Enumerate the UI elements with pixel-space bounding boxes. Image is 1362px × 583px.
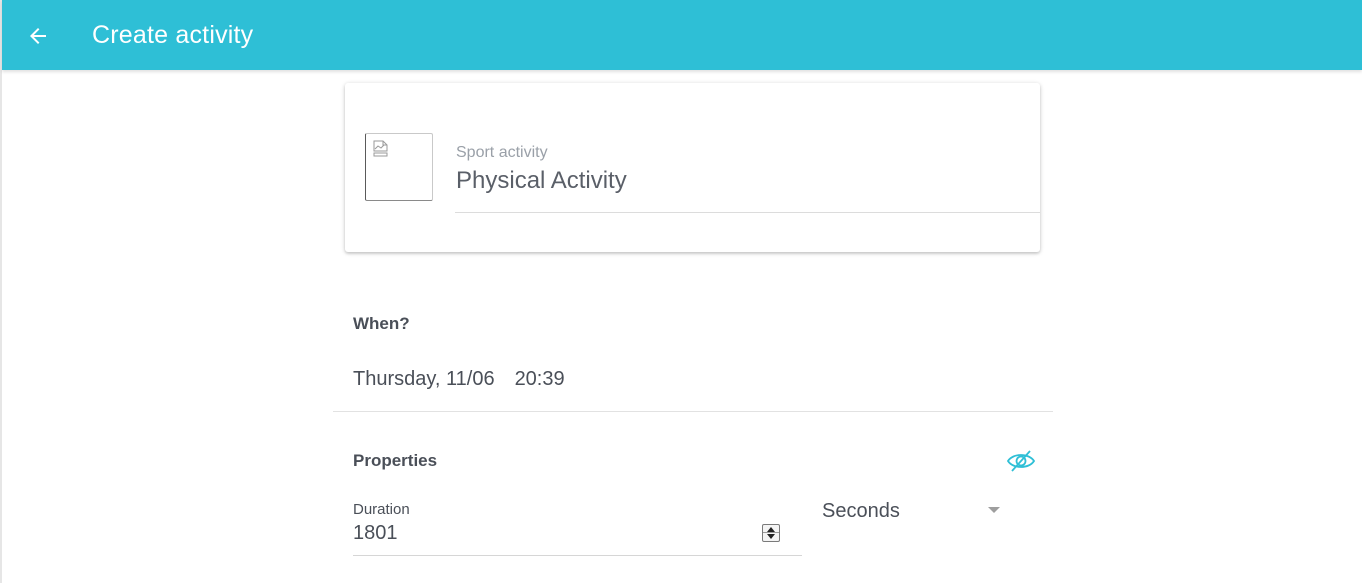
properties-heading: Properties — [353, 451, 438, 470]
date-value[interactable]: Thursday, 11/06 — [353, 368, 495, 391]
activity-category: Sport activity — [456, 144, 548, 161]
duration-stepper[interactable] — [762, 524, 780, 542]
page-title: Create activity — [92, 21, 254, 49]
chevron-down-icon — [988, 507, 1000, 513]
time-value[interactable]: 20:39 — [515, 368, 565, 391]
duration-value[interactable]: 1801 — [353, 522, 398, 545]
activity-type-card[interactable]: Sport activity Physical Activity — [345, 83, 1040, 252]
activity-image — [365, 133, 433, 201]
broken-image-icon — [372, 140, 390, 158]
section-divider — [333, 411, 1053, 412]
window-left-edge — [0, 0, 2, 583]
duration-unit-value: Seconds — [822, 500, 900, 522]
visibility-toggle-button[interactable] — [1005, 447, 1037, 475]
app-bar: Create activity — [2, 0, 1362, 70]
activity-name: Physical Activity — [456, 167, 627, 194]
activity-name-underline — [455, 212, 1040, 213]
back-button[interactable] — [24, 22, 52, 50]
stepper-divider — [763, 532, 779, 533]
arrow-left-icon — [26, 24, 50, 48]
eye-off-icon — [1005, 447, 1037, 480]
spin-down-icon[interactable] — [767, 534, 775, 539]
duration-unit-select[interactable]: Seconds — [822, 498, 1002, 526]
when-heading: When? — [353, 314, 410, 333]
duration-label: Duration — [353, 501, 410, 518]
date-time-picker[interactable]: Thursday, 11/06 20:39 — [353, 368, 565, 391]
duration-input[interactable]: 1801 — [353, 520, 802, 556]
